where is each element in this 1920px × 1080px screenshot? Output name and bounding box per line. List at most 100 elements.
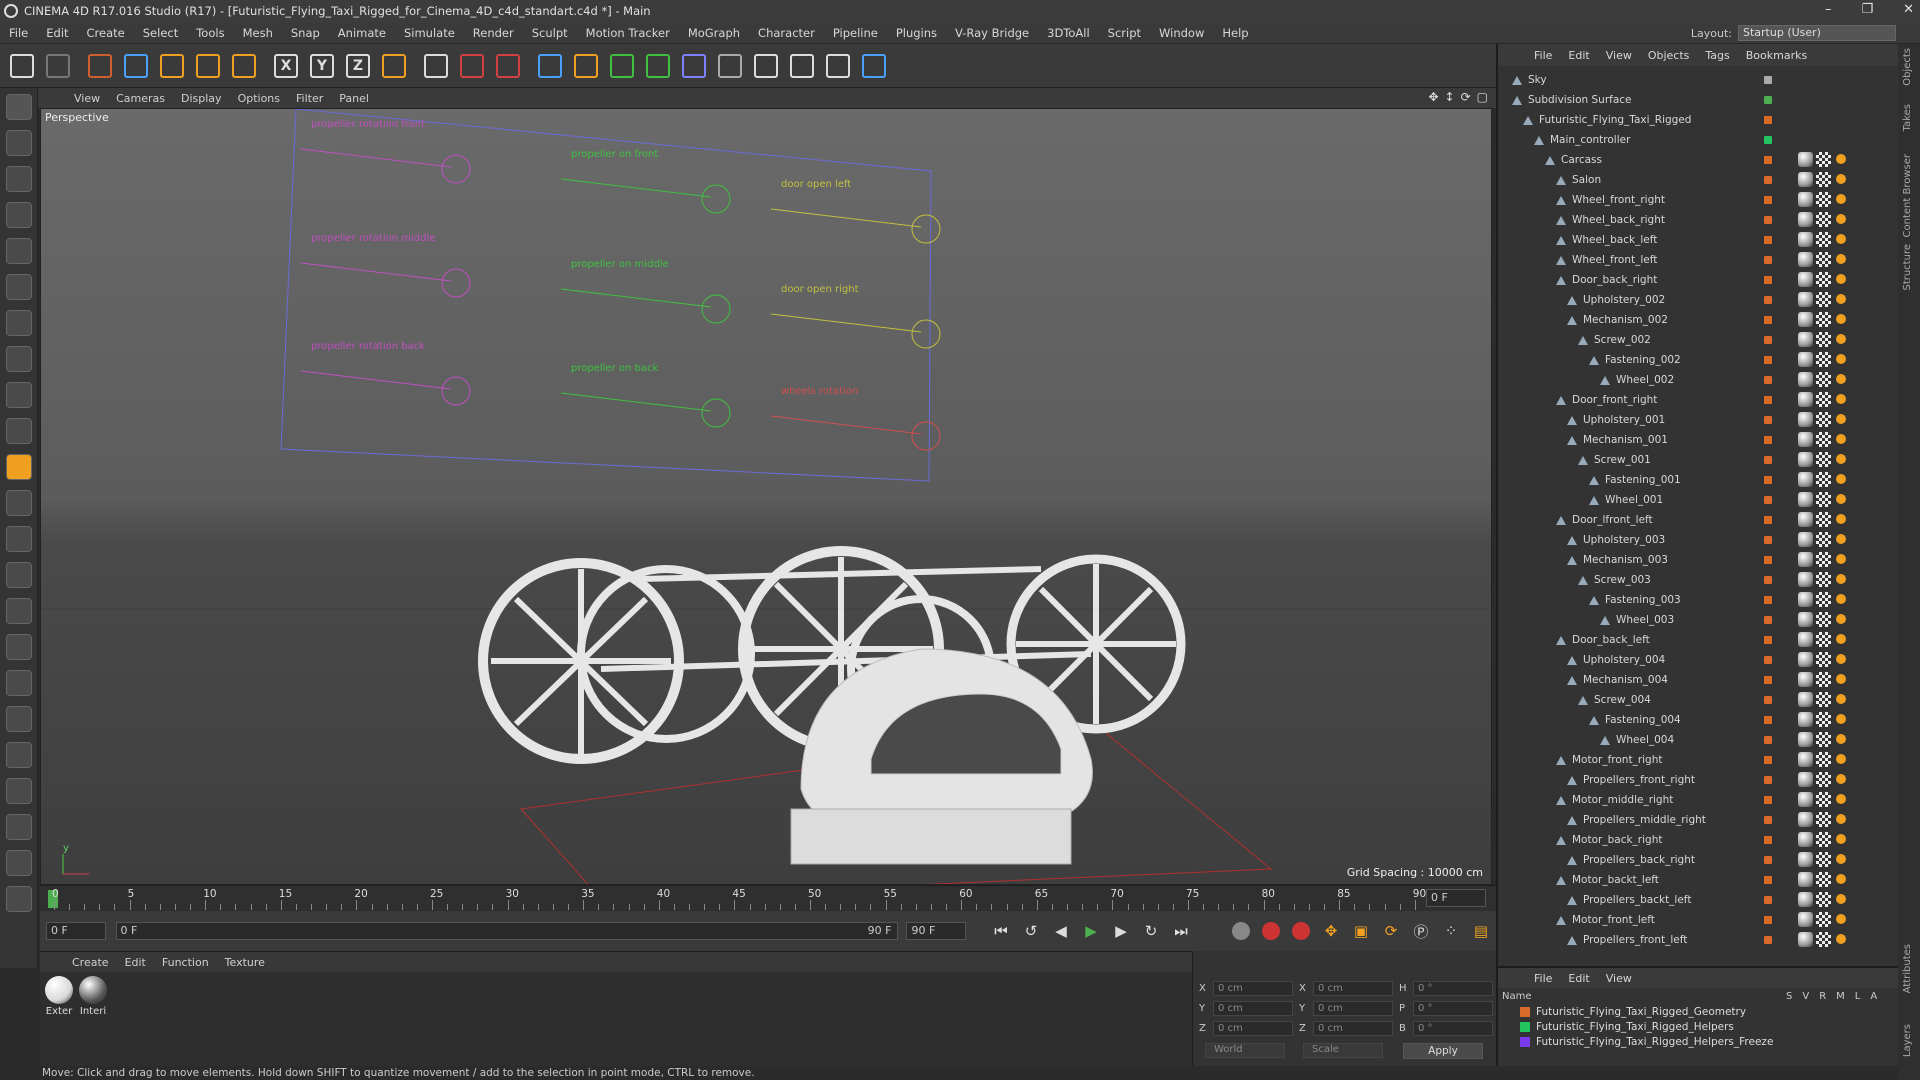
object-row[interactable]: Wheel_back_left — [1498, 230, 1882, 250]
next-frame-icon[interactable]: ▶ — [1108, 918, 1134, 944]
xpresso-tag-icon[interactable] — [1836, 454, 1846, 464]
xpresso-tag-icon[interactable] — [1836, 754, 1846, 764]
object-menu-file[interactable]: File — [1526, 49, 1560, 62]
object-row[interactable]: Wheel_front_right — [1498, 190, 1882, 210]
record-icon[interactable] — [1228, 918, 1254, 944]
controller-slider[interactable]: wheels rotation — [770, 386, 941, 451]
python-script-icon[interactable] — [2, 882, 36, 916]
xpresso-tag-icon[interactable] — [1836, 774, 1846, 784]
layout-dropdown[interactable]: Startup (User) — [1738, 25, 1896, 41]
object-row[interactable]: Screw_003 — [1498, 570, 1882, 590]
layer-menu-file[interactable]: File — [1526, 972, 1560, 985]
object-row[interactable]: Upholstery_002 — [1498, 290, 1882, 310]
texture-tag-icon[interactable] — [1816, 272, 1831, 287]
bridge-icon[interactable] — [2, 702, 36, 736]
material-tag-icon[interactable] — [1798, 372, 1813, 387]
texture-tag-icon[interactable] — [1816, 472, 1831, 487]
xpresso-tag-icon[interactable] — [1836, 474, 1846, 484]
xpresso-tag-icon[interactable] — [1836, 934, 1846, 944]
material-tag-icon[interactable] — [1798, 912, 1813, 927]
workplane-icon[interactable] — [2, 198, 36, 232]
texture-tag-icon[interactable] — [1816, 872, 1831, 887]
material-tag-icon[interactable] — [1798, 172, 1813, 187]
texture-mode-icon[interactable] — [2, 162, 36, 196]
points-mode-icon[interactable] — [2, 234, 36, 268]
tweak-mode-icon[interactable] — [2, 378, 36, 412]
viewport-menu-cameras[interactable]: Cameras — [108, 92, 173, 105]
xpresso-tag-icon[interactable] — [1836, 494, 1846, 504]
menu-mograph[interactable]: MoGraph — [679, 26, 749, 40]
coord-field[interactable]: 0 cm — [1313, 1001, 1393, 1016]
xpresso-tag-icon[interactable] — [1836, 314, 1846, 324]
texture-tag-icon[interactable] — [1816, 232, 1831, 247]
object-row[interactable]: Mechanism_003 — [1498, 550, 1882, 570]
material-menu-texture[interactable]: Texture — [217, 956, 273, 969]
object-row[interactable]: Propellers_front_left — [1498, 930, 1882, 950]
side-tab-takes[interactable]: Takes — [1902, 104, 1913, 131]
menu-mesh[interactable]: Mesh — [234, 26, 282, 40]
coord-field[interactable]: 0 cm — [1213, 1001, 1293, 1016]
xpresso-tag-icon[interactable] — [1836, 354, 1846, 364]
stereo-icon[interactable] — [822, 49, 854, 83]
material-menu-edit[interactable]: Edit — [117, 956, 154, 969]
object-row[interactable]: Door_back_left — [1498, 630, 1882, 650]
xpresso-tag-icon[interactable] — [1836, 374, 1846, 384]
texture-tag-icon[interactable] — [1816, 392, 1831, 407]
menu-3dtoall[interactable]: 3DToAll — [1038, 26, 1099, 40]
xpresso-tag-icon[interactable] — [1836, 414, 1846, 424]
object-row[interactable]: Main_controller — [1498, 130, 1882, 150]
start-frame-field[interactable]: 0 F — [46, 922, 106, 940]
object-row[interactable]: Fastening_001 — [1498, 470, 1882, 490]
object-row[interactable]: Carcass — [1498, 150, 1882, 170]
material-tag-icon[interactable] — [1798, 512, 1813, 527]
goto-start-icon[interactable]: ⏮ — [988, 918, 1014, 944]
world-coord-icon[interactable] — [378, 49, 410, 83]
perspective-viewport[interactable]: propeller rotation front propeller on fro… — [40, 108, 1492, 885]
xpresso-tag-icon[interactable] — [1836, 914, 1846, 924]
xpresso-tag-icon[interactable] — [1836, 614, 1846, 624]
object-row[interactable]: Fastening_003 — [1498, 590, 1882, 610]
controller-slider[interactable]: propeller on front — [560, 149, 731, 214]
xpresso-tag-icon[interactable] — [1836, 814, 1846, 824]
viewport-menu-display[interactable]: Display — [173, 92, 230, 105]
material-tag-icon[interactable] — [1798, 452, 1813, 467]
material-tag-icon[interactable] — [1798, 692, 1813, 707]
texture-tag-icon[interactable] — [1816, 912, 1831, 927]
side-tab-structure[interactable]: Structure — [1902, 244, 1913, 291]
texture-tag-icon[interactable] — [1816, 892, 1831, 907]
texture-tag-icon[interactable] — [1816, 292, 1831, 307]
xpresso-tag-icon[interactable] — [1836, 854, 1846, 864]
material-tag-icon[interactable] — [1798, 732, 1813, 747]
texture-tag-icon[interactable] — [1816, 172, 1831, 187]
xpresso-tag-icon[interactable] — [1836, 834, 1846, 844]
render-settings-icon[interactable] — [492, 49, 524, 83]
texture-tag-icon[interactable] — [1816, 612, 1831, 627]
model-mode-icon[interactable] — [2, 126, 36, 160]
object-row[interactable]: Salon — [1498, 170, 1882, 190]
material-tag-icon[interactable] — [1798, 872, 1813, 887]
maximize-button[interactable]: ❐ — [1861, 2, 1873, 17]
object-menu-edit[interactable]: Edit — [1560, 49, 1597, 62]
object-row[interactable]: Motor_back_right — [1498, 830, 1882, 850]
coord-field[interactable]: 0 cm — [1313, 1021, 1393, 1036]
camera-icon[interactable] — [750, 49, 782, 83]
object-row[interactable]: Mechanism_004 — [1498, 670, 1882, 690]
object-row[interactable]: Screw_001 — [1498, 450, 1882, 470]
smooth-icon[interactable] — [2, 594, 36, 628]
texture-tag-icon[interactable] — [1816, 792, 1831, 807]
object-row[interactable]: Door_back_right — [1498, 270, 1882, 290]
object-row[interactable]: Fastening_004 — [1498, 710, 1882, 730]
xpresso-tag-icon[interactable] — [1836, 514, 1846, 524]
texture-tag-icon[interactable] — [1816, 852, 1831, 867]
texture-tag-icon[interactable] — [1816, 712, 1831, 727]
object-menu-view[interactable]: View — [1598, 49, 1640, 62]
rotate-icon[interactable] — [192, 49, 224, 83]
xpresso-tag-icon[interactable] — [1836, 294, 1846, 304]
menu-motion-tracker[interactable]: Motion Tracker — [577, 26, 679, 40]
polygons-mode-icon[interactable] — [2, 306, 36, 340]
xpresso-tag-icon[interactable] — [1836, 674, 1846, 684]
xpresso-tag-icon[interactable] — [1836, 654, 1846, 664]
material-tag-icon[interactable] — [1798, 532, 1813, 547]
key-rotation-icon[interactable]: ⟳ — [1378, 918, 1404, 944]
side-tab-attributes[interactable]: Attributes — [1902, 944, 1913, 993]
